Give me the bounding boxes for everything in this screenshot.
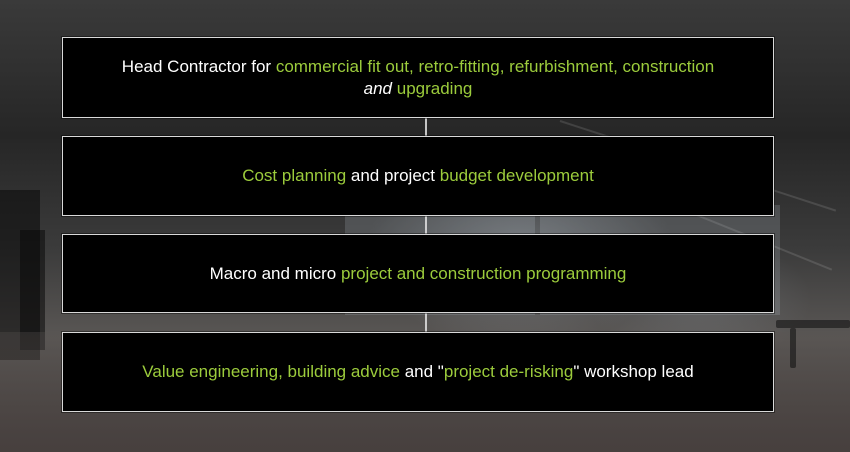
card-text-plain: " workshop lead — [573, 362, 694, 381]
connector-line-1 — [425, 118, 427, 136]
card-text-highlight: Cost planning — [242, 166, 347, 185]
card-text-italic: and — [363, 78, 392, 98]
service-card-text: Head Contractor for commercial fit out, … — [122, 56, 714, 100]
card-text-highlight: project and construction programming — [340, 263, 627, 283]
card-text-plain: and " — [400, 362, 444, 381]
service-card-text: Cost planning and project budget develop… — [242, 165, 594, 187]
card-text-plain: Head Contractor for — [121, 56, 276, 76]
card-text-highlight: project de-risking — [443, 362, 574, 381]
service-card-cost-planning: Cost planning and project budget develop… — [62, 136, 774, 216]
service-card-value-engineering: Value engineering, building advice and "… — [62, 332, 774, 412]
card-text-highlight: budget development — [439, 166, 594, 185]
service-card-programming: Macro and micro project and construction… — [62, 234, 774, 313]
service-card-text: Macro and micro project and construction… — [210, 263, 627, 285]
card-text-highlight: commercial fit out, retro-fitting, refur… — [275, 56, 715, 76]
service-card-text: Value engineering, building advice and "… — [142, 361, 693, 383]
card-text-plain: Macro and micro — [209, 263, 341, 283]
card-text-highlight: upgrading — [396, 78, 473, 98]
card-text-plain: and project — [346, 166, 440, 185]
card-text-highlight: Value engineering, building advice — [142, 362, 400, 381]
connector-line-2 — [425, 216, 427, 234]
connector-line-3 — [425, 313, 427, 332]
service-card-head-contractor: Head Contractor for commercial fit out, … — [62, 37, 774, 118]
